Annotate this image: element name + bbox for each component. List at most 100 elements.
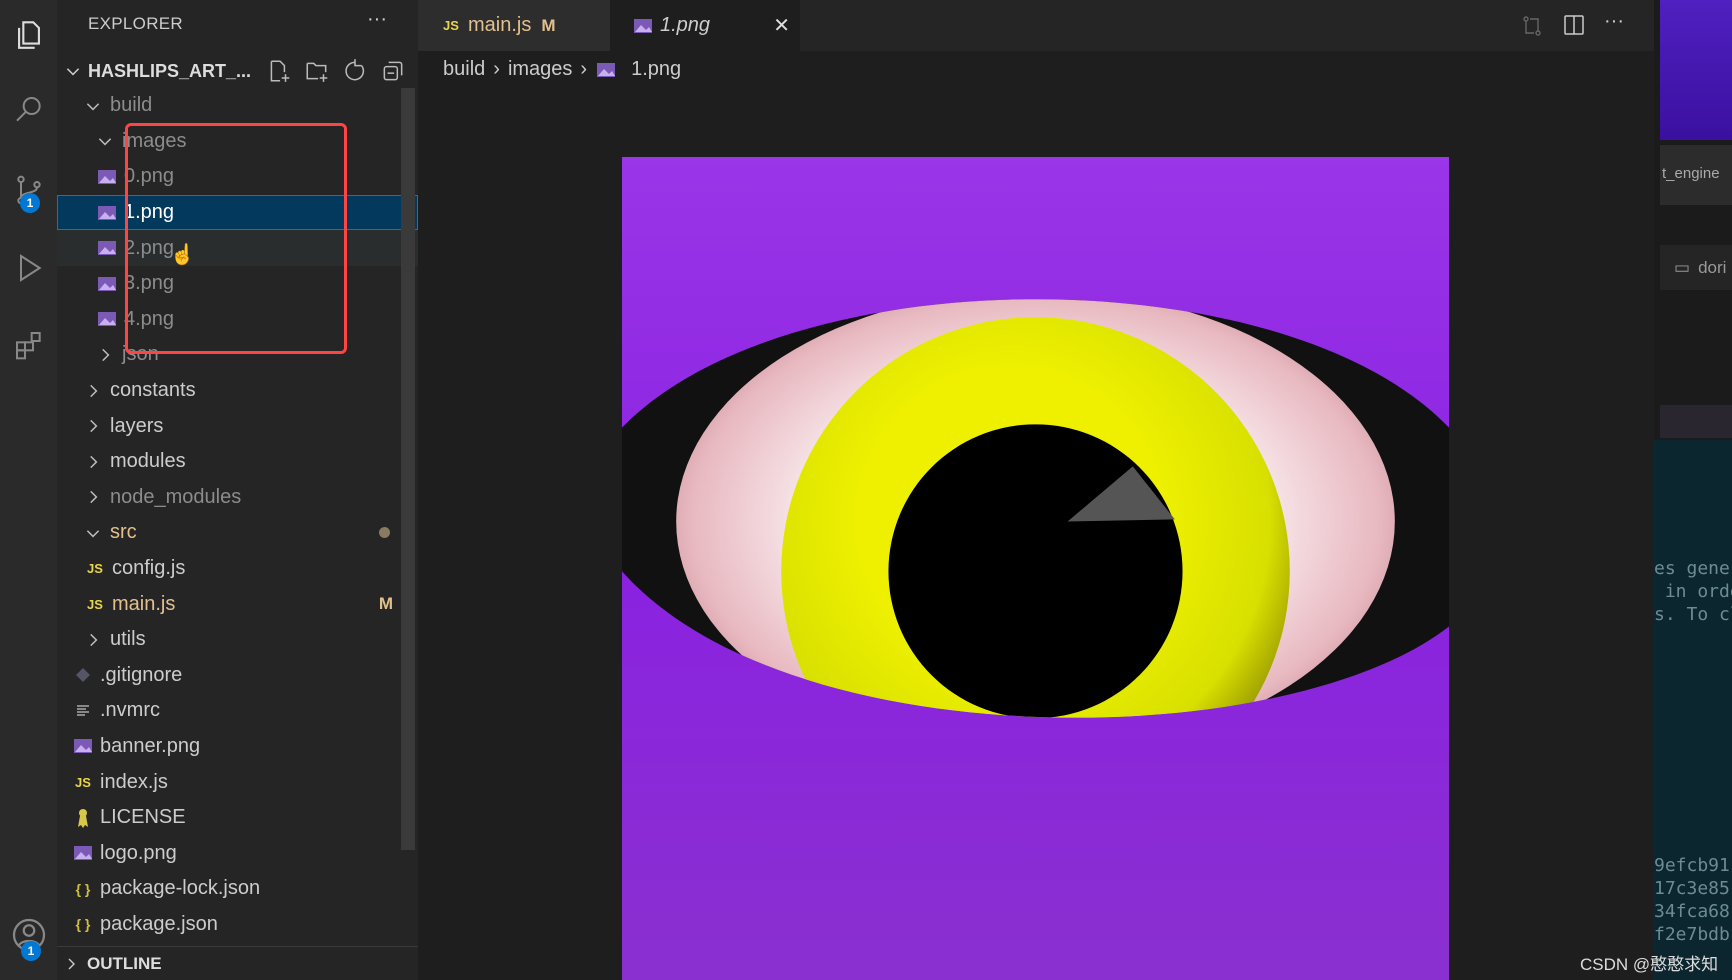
sidebar-scrollbar[interactable]	[401, 88, 415, 850]
terminal-line: in orde	[1664, 581, 1732, 602]
tree-item-node-modules[interactable]: node_modules	[57, 480, 418, 516]
folder-item[interactable]: ▭ dori	[1660, 245, 1732, 290]
tab-main-js[interactable]: JS main.js M	[418, 0, 610, 51]
terminal-line: 17c3e85	[1654, 878, 1730, 899]
image-icon	[72, 843, 94, 863]
tree-item-index-js[interactable]: JS index.js	[57, 764, 418, 800]
js-icon: JS	[75, 774, 91, 790]
more-actions-button[interactable]: ···	[367, 8, 387, 31]
panel-header	[1660, 405, 1732, 438]
image-icon	[595, 60, 617, 80]
modified-dot	[379, 527, 390, 539]
chevron-right-icon	[82, 630, 104, 650]
tree-item--gitignore[interactable]: .gitignore	[57, 658, 418, 694]
tree-item-label: main.js	[112, 592, 176, 615]
tree-item-package-json[interactable]: { } package.json	[57, 907, 418, 943]
source-control-icon[interactable]: 1	[0, 160, 57, 220]
image-icon	[96, 167, 118, 187]
terminal-line: 9efcb91	[1654, 855, 1730, 876]
terminal[interactable]: es gener in orde s. To cl 9efcb91 17c3e8…	[1654, 440, 1732, 980]
tree-item-label: logo.png	[100, 841, 177, 864]
close-tab-icon[interactable]: ✕	[773, 13, 790, 38]
folder-icon: ▭	[1674, 257, 1691, 277]
tree-item-label: modules	[110, 450, 186, 473]
breadcrumb-images[interactable]: images	[508, 58, 572, 81]
new-folder-icon[interactable]	[304, 58, 330, 84]
lines-icon	[72, 701, 94, 721]
highlight-box	[125, 123, 347, 354]
preview-thumbnail	[1660, 0, 1732, 140]
git-icon	[72, 665, 94, 685]
run-debug-icon[interactable]	[0, 238, 57, 298]
tab-label: main.js	[468, 14, 532, 36]
collapse-all-icon[interactable]	[380, 58, 406, 84]
breadcrumb-build[interactable]: build	[443, 58, 485, 81]
tab-1-png[interactable]: 1.png ✕	[610, 0, 800, 51]
breadcrumb: build › images › 1.png	[443, 58, 681, 81]
tree-item-src[interactable]: src	[57, 515, 418, 551]
outline-label: OUTLINE	[87, 953, 162, 973]
image-icon	[96, 274, 118, 294]
tab-label: 1.png	[660, 14, 711, 36]
chevron-right-icon: ›	[580, 58, 588, 80]
tree-item-label: constants	[110, 379, 196, 402]
tree-item-label: index.js	[100, 770, 168, 793]
activity-bar: 1 1	[0, 0, 57, 980]
tree-item-config-js[interactable]: JS config.js	[57, 551, 418, 587]
chevron-right-icon	[82, 452, 104, 472]
tree-item-label: src	[110, 521, 137, 544]
chevron-right-icon	[94, 345, 116, 365]
tree-item-label: .gitignore	[100, 663, 183, 686]
tree-item-utils[interactable]: utils	[57, 622, 418, 658]
tree-item-main-js[interactable]: JS main.js M	[57, 586, 418, 622]
refresh-icon[interactable]	[342, 58, 368, 84]
image-icon	[72, 736, 94, 756]
extensions-icon[interactable]	[0, 315, 57, 375]
split-editor-icon[interactable]	[1562, 13, 1586, 37]
license-icon	[72, 808, 94, 828]
breadcrumb-file[interactable]: 1.png	[631, 58, 681, 81]
tree-item-modules[interactable]: modules	[57, 444, 418, 480]
chevron-right-icon	[68, 958, 75, 969]
tab-bar: JS main.js M 1.png ✕ ···	[418, 0, 1654, 51]
search-icon[interactable]	[0, 80, 57, 140]
editor-more-button[interactable]: ···	[1604, 10, 1624, 33]
explorer-sidebar: EXPLORER ··· HASHLIPS_ART_... build image…	[57, 0, 418, 980]
image-icon	[96, 203, 118, 223]
new-file-icon[interactable]	[266, 58, 292, 84]
terminal-line: 34fca68	[1654, 901, 1730, 922]
chevron-right-icon	[82, 487, 104, 507]
chevron-right-icon: ›	[493, 58, 500, 80]
tree-item-build[interactable]: build	[57, 88, 418, 124]
tree-item-license[interactable]: LICENSE	[57, 800, 418, 836]
tree-item-banner-png[interactable]: banner.png	[57, 729, 418, 765]
folder-label: dori	[1698, 257, 1727, 277]
explorer-icon[interactable]	[0, 5, 57, 65]
json-icon: { }	[75, 880, 91, 897]
tree-item-label: config.js	[112, 557, 186, 580]
open-changes-icon[interactable]	[1520, 14, 1544, 38]
tree-item-label: build	[110, 94, 153, 117]
chevron-down-icon	[82, 523, 104, 543]
tree-item-constants[interactable]: constants	[57, 373, 418, 409]
image-icon	[632, 16, 654, 36]
tree-item-label: layers	[110, 414, 164, 437]
scm-badge: 1	[20, 193, 40, 213]
tree-item-package-lock-json[interactable]: { } package-lock.json	[57, 871, 418, 907]
chevron-right-icon	[82, 416, 104, 436]
chevron-down-icon	[82, 96, 104, 116]
json-icon: { }	[75, 916, 91, 933]
tree-item-label: package-lock.json	[100, 877, 261, 900]
outline-section[interactable]: OUTLINE	[57, 946, 418, 980]
tree-item-label: banner.png	[100, 734, 201, 757]
tree-item-label: node_modules	[110, 485, 242, 508]
tree-item-logo-png[interactable]: logo.png	[57, 835, 418, 871]
tree-item-label: package.json	[100, 912, 218, 935]
js-icon: JS	[87, 596, 103, 612]
chevron-down-icon	[66, 68, 80, 76]
tree-item-layers[interactable]: layers	[57, 408, 418, 444]
account-icon[interactable]: 1	[0, 905, 57, 965]
tree-item--nvmrc[interactable]: .nvmrc	[57, 693, 418, 729]
image-preview	[622, 157, 1449, 980]
js-icon: JS	[87, 561, 103, 577]
